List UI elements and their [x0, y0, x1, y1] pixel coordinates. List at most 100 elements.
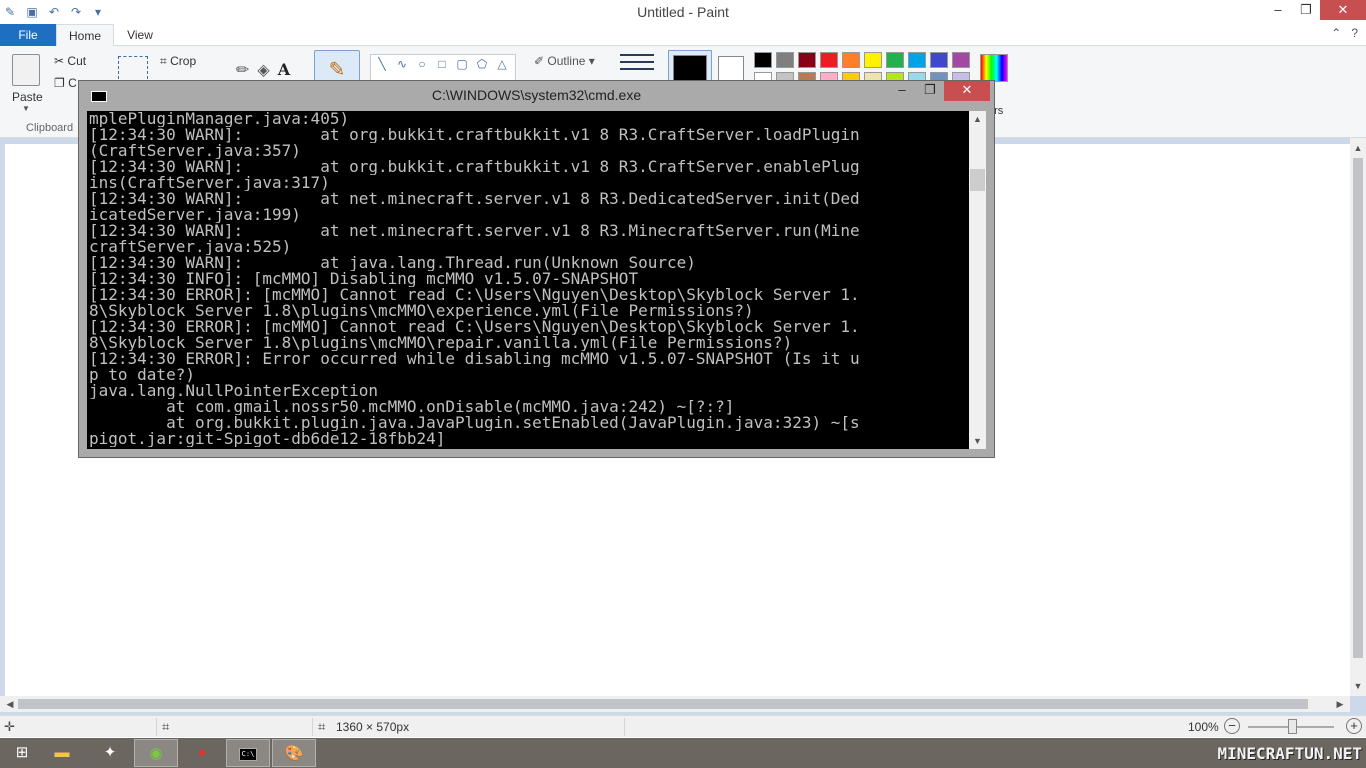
cursor-position-icon: ✛: [4, 719, 15, 734]
outline-icon: ✐: [534, 54, 545, 68]
curve-shape-icon[interactable]: ∿: [393, 57, 411, 71]
oval-shape-icon[interactable]: ○: [413, 57, 431, 71]
rectangle-shape-icon[interactable]: □: [433, 57, 451, 71]
cmd-close-button[interactable]: ✕: [944, 81, 990, 101]
cut-button[interactable]: ✂ Cut: [54, 54, 86, 68]
line-shape-icon[interactable]: ╲: [373, 57, 391, 71]
taskbar-app-3[interactable]: ◉: [134, 739, 178, 767]
close-button[interactable]: ✕: [1320, 0, 1366, 20]
color-swatch[interactable]: [776, 52, 794, 68]
windows-logo-icon: ⊞: [15, 744, 29, 761]
ribbon-right-controls: ⌃ ?: [1331, 26, 1358, 40]
chevron-up-icon[interactable]: ⌃: [1331, 26, 1341, 40]
clipboard-icon[interactable]: [12, 54, 40, 86]
status-bar: ✛ ⌗ ⌗ 1360 × 570px 100% − +: [0, 715, 1366, 737]
color-swatch[interactable]: [820, 52, 838, 68]
status-divider: [624, 718, 625, 736]
color-2-button[interactable]: [718, 56, 744, 82]
cmd-window[interactable]: C:\WINDOWS\system32\cmd.exe – ❐ ✕ mplePl…: [78, 80, 995, 458]
taskbar-app-2[interactable]: ✦: [88, 739, 132, 767]
horizontal-scrollbar[interactable]: ◀ ▶: [0, 696, 1350, 712]
canvas-size-icon: ⌗: [318, 719, 326, 734]
ribbon-tabs: File Home View ⌃ ?: [0, 24, 1366, 46]
polygon-shape-icon[interactable]: ⬠: [473, 57, 491, 71]
pencil-icon[interactable]: ✏: [236, 60, 249, 80]
color-swatch[interactable]: [952, 52, 970, 68]
rounded-rectangle-shape-icon[interactable]: ▢: [453, 57, 471, 71]
outline-dropdown[interactable]: ✐ Outline ▾: [534, 54, 595, 68]
desktop-screen: ✎ ▣ ↶ ↷ ▾ Untitled - Paint – ❐ ✕ File Ho…: [0, 0, 1366, 768]
tab-view[interactable]: View: [114, 24, 166, 46]
size-button[interactable]: [620, 54, 654, 78]
taskbar-cmd[interactable]: C:\: [226, 739, 270, 767]
cmd-console-output[interactable]: mplePluginManager.java:405) [12:34:30 WAR…: [87, 111, 969, 449]
zoom-slider-thumb[interactable]: [1288, 719, 1297, 734]
console-line: pigot.jar:git-Spigot-db6de12-18fbb24]: [89, 431, 446, 447]
console-line: at com.gmail.nossr50.mcMMO.onDisable(mcM…: [89, 399, 735, 415]
cmd-minimize-button[interactable]: –: [888, 81, 916, 101]
tools-group: ✏ ◈ A: [236, 60, 290, 80]
scroll-right-icon[interactable]: ▶: [1332, 696, 1348, 712]
paint-window-title: Untitled - Paint: [637, 4, 729, 20]
taskbar-paint[interactable]: 🎨: [272, 739, 316, 767]
chevron-down-icon: ▾: [588, 54, 595, 68]
tab-home[interactable]: Home: [56, 24, 114, 46]
minimize-button[interactable]: –: [1264, 0, 1292, 20]
paint-icon: 🎨: [284, 745, 304, 762]
outline-label: Outline: [547, 54, 586, 68]
console-line: p to date?): [89, 367, 195, 383]
scroll-down-icon[interactable]: ▼: [969, 433, 986, 449]
console-line: icatedServer.java:199): [89, 207, 301, 223]
color-swatch[interactable]: [930, 52, 948, 68]
chevron-down-icon[interactable]: ▼: [22, 104, 30, 113]
console-line: [12:34:30 INFO]: [mcMMO] Disabling mcMMO…: [89, 271, 639, 287]
taskbar-file-explorer[interactable]: ▬: [40, 739, 84, 767]
zoom-out-button[interactable]: −: [1224, 718, 1240, 734]
scroll-up-icon[interactable]: ▲: [969, 111, 986, 127]
edit-colors-button[interactable]: [980, 54, 1008, 82]
crop-icon: ⌗: [160, 54, 167, 68]
cmd-window-title: C:\WINDOWS\system32\cmd.exe: [431, 87, 642, 103]
triangle-shape-icon[interactable]: △: [493, 57, 511, 71]
cmd-vertical-scrollbar[interactable]: ▲ ▼: [969, 111, 986, 449]
scroll-left-icon[interactable]: ◀: [2, 696, 18, 712]
paint-titlebar: ✎ ▣ ↶ ↷ ▾ Untitled - Paint – ❐ ✕: [0, 0, 1366, 24]
zoom-in-button[interactable]: +: [1346, 718, 1362, 734]
tab-file[interactable]: File: [0, 24, 56, 46]
copy-label: C: [68, 76, 77, 90]
cmd-window-controls: – ❐ ✕: [888, 81, 990, 101]
brush-icon: ✎: [328, 59, 346, 81]
vertical-scrollbar[interactable]: ▲ ▼: [1350, 138, 1366, 696]
cmd-maximize-button[interactable]: ❐: [916, 81, 944, 101]
scroll-up-icon[interactable]: ▲: [1350, 140, 1366, 156]
crop-button[interactable]: ⌗ Crop: [160, 54, 196, 69]
clipboard-group-label: Clipboard: [26, 122, 74, 134]
start-button[interactable]: ⊞: [0, 739, 44, 767]
status-divider: [156, 718, 157, 736]
text-icon[interactable]: A: [278, 60, 290, 80]
app-icon: ◉: [149, 745, 163, 762]
scroll-thumb[interactable]: [18, 699, 1308, 709]
scroll-thumb[interactable]: [970, 169, 985, 191]
cmd-titlebar[interactable]: C:\WINDOWS\system32\cmd.exe – ❐ ✕: [79, 81, 994, 111]
color-swatch[interactable]: [798, 52, 816, 68]
color-swatch[interactable]: [908, 52, 926, 68]
app-icon: ●: [197, 744, 207, 761]
console-line: 8\Skyblock Server 1.8\plugins\mcMMO\expe…: [89, 303, 754, 319]
console-line: [12:34:30 WARN]: at net.minecraft.server…: [89, 223, 860, 239]
scissors-icon: ✂: [54, 54, 65, 68]
color-swatch[interactable]: [864, 52, 882, 68]
scroll-thumb[interactable]: [1353, 158, 1363, 658]
color-swatch[interactable]: [842, 52, 860, 68]
scroll-down-icon[interactable]: ▼: [1350, 678, 1366, 694]
maximize-button[interactable]: ❐: [1292, 0, 1320, 20]
color-swatch[interactable]: [754, 52, 772, 68]
help-icon[interactable]: ?: [1351, 26, 1358, 40]
copy-button[interactable]: ❐ C: [54, 76, 77, 90]
paste-button[interactable]: Paste: [12, 90, 43, 104]
fill-icon[interactable]: ◈: [257, 60, 269, 80]
folder-icon: ▬: [54, 744, 70, 761]
taskbar-app-4[interactable]: ●: [180, 739, 224, 767]
color-swatch[interactable]: [886, 52, 904, 68]
console-line: [12:34:30 ERROR]: [mcMMO] Cannot read C:…: [89, 319, 860, 335]
